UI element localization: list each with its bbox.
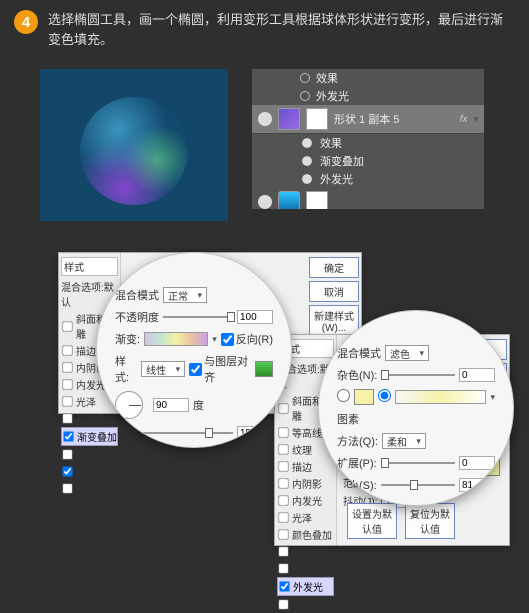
visibility-eye-icon[interactable] xyxy=(302,138,312,148)
chevron-down-icon: ▾ xyxy=(416,436,421,447)
chevron-down-icon[interactable]: ▾ xyxy=(212,334,217,345)
spread-field: 扩展(P): xyxy=(337,455,495,471)
set-default-button[interactable]: 设置为默认值 xyxy=(347,503,397,539)
opacity-value[interactable] xyxy=(237,310,273,324)
gradient-radio[interactable] xyxy=(378,389,391,405)
glow-color-field: ▾ xyxy=(337,389,495,405)
layer-effect-label: 效果 xyxy=(316,70,338,86)
ok-button[interactable]: 确定 xyxy=(309,257,359,278)
magnifier-outer-glow: 混合模式 滤色▾ 杂色(N): ▾ 图素 方法(Q): 柔和▾ 扩展(P): xyxy=(318,310,514,506)
chevron-down-icon: ▾ xyxy=(176,364,181,375)
layer-outerglow-row: 外发光 xyxy=(252,87,484,105)
reset-default-button[interactable]: 复位为默认值 xyxy=(405,503,455,539)
scale-value[interactable] xyxy=(237,426,273,440)
method-field: 方法(Q): 柔和▾ xyxy=(337,433,495,449)
layer-mask-icon xyxy=(306,108,328,130)
noise-field: 杂色(N): xyxy=(337,367,495,383)
artwork-preview xyxy=(40,69,228,221)
blend-mode-field: 混合模式 正常▾ xyxy=(115,287,273,303)
reverse-checkbox[interactable]: 反向(R) xyxy=(221,331,273,347)
opacity-slider[interactable] xyxy=(163,316,233,318)
color-swatch[interactable] xyxy=(354,389,374,405)
sidebar-header: 样式 xyxy=(61,257,118,276)
style-field: 样式: 线性▾ 与图层对齐 xyxy=(115,353,273,385)
layer-mask-icon xyxy=(306,191,328,209)
scale-slider[interactable] xyxy=(141,432,233,434)
chevron-down-icon: ▾ xyxy=(197,290,202,301)
style-item[interactable]: 渐变叠加 xyxy=(277,543,334,560)
style-item[interactable]: 描边 xyxy=(277,458,334,475)
orb-shape xyxy=(80,97,188,205)
gradient-style-select[interactable]: 线性▾ xyxy=(141,361,185,377)
color-swatch[interactable] xyxy=(255,361,273,377)
layer-effect-row[interactable]: 效果 xyxy=(252,134,484,152)
layer-outerglow-label: 外发光 xyxy=(316,88,349,104)
blend-mode-select[interactable]: 正常▾ xyxy=(163,287,207,303)
style-item[interactable]: 投影 xyxy=(277,596,334,613)
noise-value[interactable] xyxy=(459,368,495,382)
style-item-selected[interactable]: 渐变叠加 xyxy=(61,427,118,446)
visibility-eye-icon[interactable] xyxy=(302,174,312,184)
step-number-badge: 4 xyxy=(14,10,38,34)
opacity-field: 不透明度 xyxy=(115,309,273,325)
angle-dial-icon[interactable] xyxy=(115,391,143,419)
chevron-down-icon: ▾ xyxy=(419,348,424,359)
style-item[interactable]: 内阴影 xyxy=(277,475,334,492)
style-item[interactable]: 内发光 xyxy=(277,492,334,509)
layer-gradient-row[interactable]: 渐变叠加 xyxy=(252,152,484,170)
effect-label: 效果 xyxy=(320,135,342,151)
style-item[interactable]: 颜色叠加 xyxy=(61,410,118,427)
spread-value[interactable] xyxy=(459,456,495,470)
angle-field: 度 xyxy=(115,391,273,419)
blend-mode-field: 混合模式 滤色▾ xyxy=(337,345,495,361)
layer-thumb-icon xyxy=(278,108,300,130)
style-item[interactable]: 颜色叠加 xyxy=(277,526,334,543)
layer-effect-row: 效果 xyxy=(252,69,484,87)
element-header: 图素 xyxy=(337,411,495,427)
layer-row-below[interactable] xyxy=(252,188,484,209)
spread-slider[interactable] xyxy=(381,462,455,464)
step-instruction: 选择椭圆工具，画一个椭圆，利用变形工具根据球体形状进行变形，最后进行渐变色填充。 xyxy=(48,10,515,49)
step-header: 4 选择椭圆工具，画一个椭圆，利用变形工具根据球体形状进行变形，最后进行渐变色填… xyxy=(0,0,529,53)
layer-name: 形状 1 副本 5 xyxy=(334,111,399,127)
size-slider[interactable] xyxy=(381,484,455,486)
align-checkbox[interactable]: 与图层对齐 xyxy=(189,353,251,385)
layer-outerglow-row2[interactable]: 外发光 xyxy=(252,170,484,188)
magnifier-gradient-overlay: 混合模式 正常▾ 不透明度 渐变: ▾ 反向(R) 样式: 线性▾ 与图层对齐 xyxy=(96,252,292,448)
blend-mode-select[interactable]: 滤色▾ xyxy=(385,345,429,361)
style-item-selected[interactable]: 外发光 xyxy=(277,577,334,596)
visibility-eye-icon[interactable] xyxy=(258,112,272,126)
chevron-down-icon[interactable]: ▾ xyxy=(473,114,478,125)
visibility-eye-icon[interactable] xyxy=(258,195,272,209)
fx-badge[interactable]: fx xyxy=(460,114,468,125)
preview-row: 效果 外发光 形状 1 副本 5 fx ▾ 效果 渐变叠加 外发光 xyxy=(0,53,529,221)
effect-dot-icon xyxy=(300,73,310,83)
layer-thumb-icon xyxy=(278,191,300,209)
chevron-down-icon[interactable]: ▾ xyxy=(490,392,495,403)
gradient-overlay-label: 渐变叠加 xyxy=(320,153,364,169)
noise-slider[interactable] xyxy=(381,374,455,376)
style-item[interactable]: 外发光 xyxy=(61,463,118,480)
layers-panel[interactable]: 效果 外发光 形状 1 副本 5 fx ▾ 效果 渐变叠加 外发光 xyxy=(252,69,484,209)
color-radio[interactable] xyxy=(337,389,350,405)
style-item[interactable]: 图案叠加 xyxy=(277,560,334,577)
glow-gradient-picker[interactable] xyxy=(395,390,486,404)
visibility-eye-icon[interactable] xyxy=(302,156,312,166)
gradient-picker[interactable] xyxy=(144,332,208,346)
style-item[interactable]: 投影 xyxy=(61,480,118,497)
method-select[interactable]: 柔和▾ xyxy=(382,433,426,449)
gradient-field: 渐变: ▾ 反向(R) xyxy=(115,331,273,347)
effect-dot-icon xyxy=(300,91,310,101)
new-style-button[interactable]: 新建样式(W)... xyxy=(309,305,359,337)
angle-value[interactable] xyxy=(153,398,189,412)
scale-field: 缩放 xyxy=(115,425,273,441)
outerglow-label: 外发光 xyxy=(320,171,353,187)
layer-row-selected[interactable]: 形状 1 副本 5 fx ▾ xyxy=(252,105,484,134)
style-item[interactable]: 图案叠加 xyxy=(61,446,118,463)
style-item[interactable]: 光泽 xyxy=(277,509,334,526)
cancel-button[interactable]: 取消 xyxy=(309,281,359,302)
